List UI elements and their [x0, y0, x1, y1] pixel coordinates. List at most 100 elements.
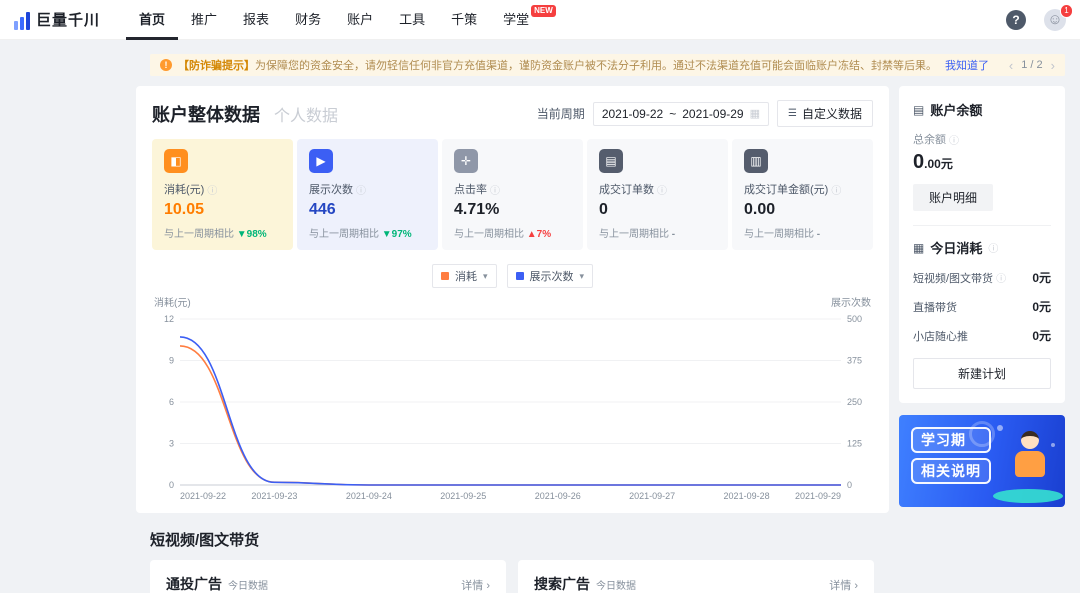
stat-card-gmv[interactable]: ▥ 成交订单金额(元) ⓘ 0.00 与上一周期相比 -	[732, 139, 873, 250]
period-label: 当前周期	[536, 107, 585, 121]
arrow-right-icon: ›	[486, 580, 490, 592]
stat-card-ctr[interactable]: ✛ 点击率 ⓘ 4.71% 与上一周期相比 ▲7%	[442, 139, 583, 250]
stats-row: ◧ 消耗(元) ⓘ 10.05 与上一周期相比 ▼98% ▶ 展示次数 ⓘ 446 …	[152, 139, 873, 250]
today-data-tag: 今日数据	[596, 581, 636, 592]
today-data-tag: 今日数据	[228, 581, 268, 592]
today-row-live: 直播带货 0元	[913, 300, 1051, 314]
stat-value: 446	[309, 201, 336, 218]
svg-text:125: 125	[847, 439, 862, 449]
tab-personal-data[interactable]: 个人数据	[274, 102, 338, 126]
custom-data-button[interactable]: ☰ 自定义数据	[777, 100, 873, 127]
notice-next-icon[interactable]: ›	[1051, 58, 1055, 73]
promo-decoration	[969, 421, 995, 447]
svg-text:12: 12	[164, 314, 174, 324]
calendar-icon: ▦	[749, 108, 761, 120]
promo-line2: 相关说明	[911, 458, 991, 484]
svg-text:2021-09-26: 2021-09-26	[535, 491, 581, 501]
info-icon[interactable]: ⓘ	[949, 132, 959, 147]
chevron-down-icon: ▾	[579, 270, 585, 281]
fraud-notice-banner: ! 【防诈骗提示】 为保障您的资金安全，请勿轻信任何非官方充值渠道，谨防资金账户…	[150, 54, 1065, 76]
impressions-icon: ▶	[309, 149, 333, 173]
left-axis-label: 消耗(元)	[154, 298, 191, 309]
section-title-video-goods: 短视频/图文带货	[150, 532, 260, 549]
logo[interactable]: 巨量千川	[14, 9, 100, 30]
nav-item-reports[interactable]: 报表	[230, 0, 282, 40]
legend-color-swatch	[515, 272, 524, 280]
search-ads-card: 搜索广告 今日数据 详情 › 消耗(元)- 展现次数- 点击率- 成交订单数- …	[518, 560, 874, 593]
legend-color-swatch	[440, 272, 449, 280]
info-icon[interactable]: ⓘ	[356, 182, 366, 197]
chart-legend: 消耗 ▾ 展示次数 ▾	[152, 264, 873, 288]
svg-text:0: 0	[847, 480, 852, 490]
date-end: 2021-09-29	[682, 106, 744, 121]
nav-item-tools[interactable]: 工具	[386, 0, 438, 40]
date-range-picker[interactable]: 2021-09-22 ~ 2021-09-29 ▦	[592, 101, 770, 126]
total-balance-label: 总余额	[913, 134, 946, 146]
nav-item-finance[interactable]: 财务	[282, 0, 334, 40]
notice-pager: ‹ 1 / 2 ›	[997, 58, 1055, 73]
notice-page-indicator: 1 / 2	[1021, 59, 1043, 71]
page-body: ! 【防诈骗提示】 为保障您的资金安全，请勿轻信任何非官方充值渠道，谨防资金账户…	[0, 40, 1080, 593]
notice-prev-icon[interactable]: ‹	[1009, 58, 1013, 73]
feed-ads-detail-link[interactable]: 详情 ›	[461, 577, 490, 593]
learning-period-banner[interactable]: 学习期 相关说明	[899, 415, 1065, 507]
notice-acknowledge-link[interactable]: 我知道了	[945, 57, 989, 73]
balance-title: 账户余额	[930, 103, 983, 118]
info-icon[interactable]: ⓘ	[988, 240, 998, 255]
date-start: 2021-09-22	[601, 106, 664, 121]
info-icon[interactable]: ⓘ	[207, 182, 217, 197]
stat-delta: ▼98%	[236, 229, 267, 240]
new-plan-button[interactable]: 新建计划	[913, 358, 1051, 389]
legend-select-spend[interactable]: 消耗 ▾	[431, 264, 497, 288]
stat-delta: -	[671, 229, 676, 240]
notice-text: 为保障您的资金安全，请勿轻信任何非官方充值渠道，谨防资金账户被不法分子利用。通过…	[255, 60, 937, 72]
main-nav: 首页 推广 报表 财务 账户 工具 千策 学堂 NEW	[126, 0, 569, 40]
logo-text: 巨量千川	[36, 12, 101, 29]
svg-text:2021-09-22: 2021-09-22	[180, 491, 226, 501]
user-avatar[interactable]: ☺ 1	[1044, 3, 1073, 31]
page-title: 账户整体数据	[152, 104, 260, 125]
date-separator: ~	[669, 106, 677, 121]
stat-delta: -	[816, 229, 821, 240]
warning-icon: !	[160, 59, 172, 71]
right-sidebar: ▤ 账户余额 总余额 ⓘ 0.00元 账户明细 ▦ 今日消耗 ⓘ 短视频/图文带…	[899, 86, 1065, 507]
nav-item-account[interactable]: 账户	[334, 0, 386, 40]
stat-delta: ▼97%	[381, 229, 412, 240]
menu-icon: ☰	[788, 108, 797, 119]
today-row-video: 短视频/图文带货 ⓘ 0元	[913, 270, 1051, 285]
stat-value: 0	[599, 201, 608, 218]
ctr-icon: ✛	[454, 149, 478, 173]
navbar-right: ? ☺ 1	[1006, 3, 1073, 31]
notice-prefix: 【防诈骗提示】	[178, 60, 255, 72]
svg-text:2021-09-27: 2021-09-27	[629, 491, 675, 501]
help-icon[interactable]: ?	[1006, 9, 1026, 30]
top-navbar: 巨量千川 首页 推广 报表 财务 账户 工具 千策 学堂 NEW ? ☺ 1	[0, 0, 1080, 40]
trend-chart: 0 3 6 9 12 0 125 250 375 500 2021-09-22 2021-09-23 2…	[152, 311, 873, 503]
nav-item-academy[interactable]: 学堂 NEW	[490, 0, 569, 40]
balance-card: ▤ 账户余额 总余额 ⓘ 0.00元 账户明细 ▦ 今日消耗 ⓘ 短视频/图文带…	[899, 86, 1065, 403]
logo-bars-icon	[14, 12, 30, 30]
info-icon[interactable]: ⓘ	[996, 270, 1006, 285]
account-detail-button[interactable]: 账户明细	[913, 184, 994, 211]
search-ads-detail-link[interactable]: 详情 ›	[829, 577, 858, 593]
calculator-icon: ▦	[913, 240, 925, 255]
feed-ads-title: 通投广告	[166, 576, 222, 592]
svg-text:0: 0	[169, 480, 174, 490]
stat-card-spend[interactable]: ◧ 消耗(元) ⓘ 10.05 与上一周期相比 ▼98%	[152, 139, 293, 250]
svg-text:250: 250	[847, 397, 862, 407]
divider	[913, 225, 1051, 226]
info-icon[interactable]: ⓘ	[657, 182, 667, 197]
legend-select-impressions[interactable]: 展示次数 ▾	[506, 264, 594, 288]
info-icon[interactable]: ⓘ	[831, 182, 841, 197]
orders-icon: ▤	[599, 149, 623, 173]
nav-item-promotion[interactable]: 推广	[178, 0, 230, 40]
svg-text:500: 500	[847, 314, 862, 324]
nav-item-home[interactable]: 首页	[126, 0, 179, 40]
gmv-icon: ▥	[744, 149, 768, 173]
svg-text:6: 6	[169, 397, 174, 407]
info-icon[interactable]: ⓘ	[490, 182, 500, 197]
nav-item-qiance[interactable]: 千策	[438, 0, 490, 40]
svg-text:9: 9	[169, 356, 174, 366]
stat-card-orders[interactable]: ▤ 成交订单数 ⓘ 0 与上一周期相比 -	[587, 139, 728, 250]
stat-card-impressions[interactable]: ▶ 展示次数 ⓘ 446 与上一周期相比 ▼97%	[297, 139, 438, 250]
